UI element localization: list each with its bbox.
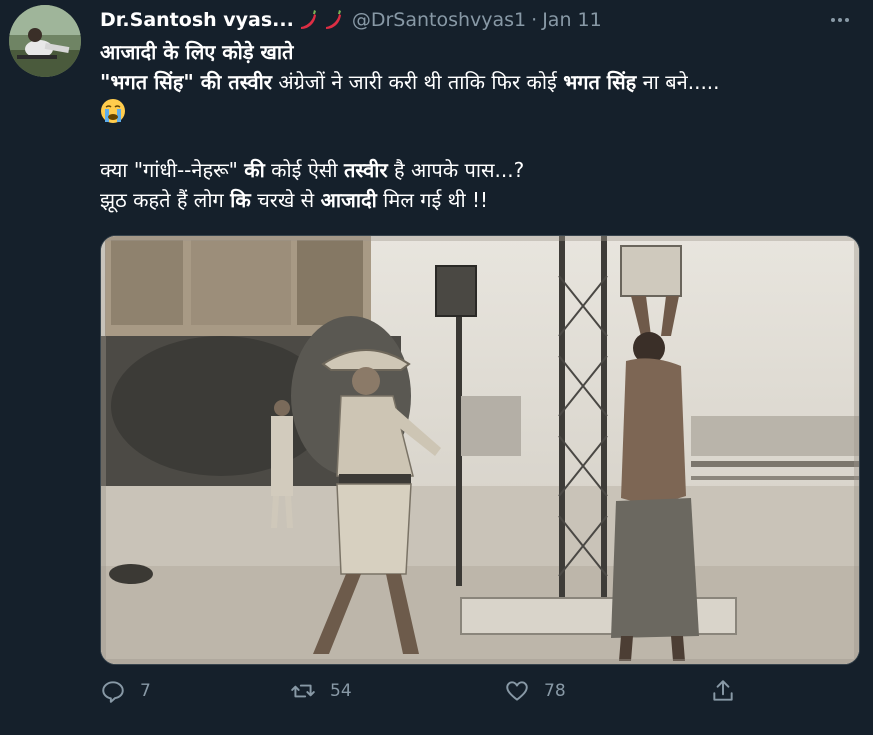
tweet-line-3: क्या "गांधी--नेहरू" की कोई ऐसी तस्वीर है… xyxy=(100,155,860,185)
tweet-header: Dr.Santosh vyas... @DrSantoshvyas1 · Jan… xyxy=(100,6,853,34)
hot-pepper-icon xyxy=(322,9,344,31)
tweet-text: आजादी के लिए कोड़े खाते "भगत सिंह" की तस… xyxy=(100,37,860,215)
text-segment: की तस्वीर xyxy=(193,70,272,94)
tweet-photo[interactable] xyxy=(100,235,860,665)
loudly-crying-face-icon xyxy=(100,98,126,124)
text-segment: मिल गई थी !! xyxy=(376,188,489,212)
text-segment: चरखे से xyxy=(250,188,321,212)
reply-count: 7 xyxy=(140,681,151,701)
tweet-time[interactable]: Jan 11 xyxy=(542,9,602,31)
tweet-line-1: आजादी के लिए कोड़े खाते xyxy=(100,40,294,64)
text-segment: भगत सिंह xyxy=(563,70,637,94)
reply-button[interactable]: 7 xyxy=(100,678,151,704)
text-segment: की xyxy=(244,158,265,182)
tweet-line-4: झूठ कहते हैं लोग कि चरखे से आजादी मिल गई… xyxy=(100,185,860,215)
author-name[interactable]: Dr.Santosh vyas... xyxy=(100,9,294,31)
hot-pepper-icon xyxy=(297,9,319,31)
text-segment: तस्वीर xyxy=(343,158,388,182)
share-button[interactable] xyxy=(710,678,750,704)
retweet-count: 54 xyxy=(330,681,352,701)
text-segment: आजादी xyxy=(320,188,377,212)
like-button[interactable]: 78 xyxy=(504,678,566,704)
text-segment: कि xyxy=(230,188,251,212)
heart-icon xyxy=(506,681,528,701)
text-segment: "भगत सिंह" xyxy=(100,70,194,94)
tweet-line-2: "भगत सिंह" की तस्वीर अंग्रेजों ने जारी क… xyxy=(100,67,860,97)
retweet-button[interactable]: 54 xyxy=(290,678,352,704)
more-options-icon[interactable] xyxy=(827,8,853,32)
text-segment: कोई ऐसी xyxy=(264,158,344,182)
text-segment: झूठ कहते हैं लोग xyxy=(100,188,231,212)
text-segment: ना बने..... xyxy=(636,70,720,94)
share-icon xyxy=(713,680,733,701)
tweet-line-emoji xyxy=(100,97,860,127)
avatar[interactable] xyxy=(9,5,81,77)
text-segment: है आपके पास...? xyxy=(387,158,525,182)
like-count: 78 xyxy=(544,681,566,701)
author-handle[interactable]: @DrSantoshvyas1 xyxy=(352,9,526,31)
text-segment: अंग्रेजों ने जारी करी थी ताकि फिर कोई xyxy=(271,70,564,94)
reply-icon xyxy=(102,681,124,703)
separator-dot: · xyxy=(531,9,538,31)
tweet-actions: 7 54 78 xyxy=(100,678,860,714)
text-segment: क्या "गांधी--नेहरू" xyxy=(100,158,245,182)
retweet-icon xyxy=(291,684,315,698)
